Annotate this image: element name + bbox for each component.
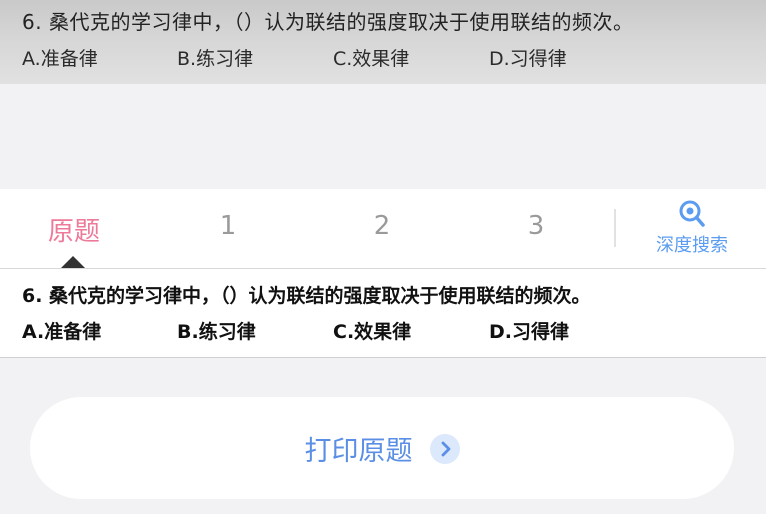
panel-option-d: D.习得律 [489,321,569,343]
photo-option-b: B.练习律 [177,48,254,70]
question-photo: 6. 桑代克的学习律中，（）认为联结的强度取决于使用联结的频次。 A.准备律 B… [0,0,766,84]
photo-question-text: 6. 桑代克的学习律中，（）认为联结的强度取决于使用联结的频次。 [22,10,634,34]
tab-result-1[interactable]: 1 [208,211,248,251]
tab-divider [614,209,616,247]
panel-option-c: C.效果律 [333,321,412,343]
panel-question-text: 6. 桑代克的学习律中，（）认为联结的强度取决于使用联结的频次。 [22,285,591,307]
photo-option-a: A.准备律 [22,48,98,70]
spacer [0,84,766,189]
photo-option-d: D.习得律 [489,48,567,70]
tab-result-2[interactable]: 2 [362,211,402,251]
result-tab-bar: 原题 1 2 3 深度搜索 [0,189,766,268]
panel-option-b: B.练习律 [177,321,256,343]
print-original-button[interactable]: 打印原题 [30,397,734,499]
chevron-right-icon [429,433,460,464]
photo-option-c: C.效果律 [333,48,410,70]
app-root: 6. 桑代克的学习律中，（）认为联结的强度取决于使用联结的频次。 A.准备律 B… [0,0,766,514]
panel-options: A.准备律 B.练习律 C.效果律 D.习得律 [22,317,762,347]
tab-result-3[interactable]: 3 [516,211,556,251]
panel-option-a: A.准备律 [22,321,102,343]
photo-options: A.准备律 B.练习律 C.效果律 D.习得律 [22,44,762,74]
question-panel: 6. 桑代克的学习律中，（）认为联结的强度取决于使用联结的频次。 A.准备律 B… [0,268,766,358]
deep-search-label: 深度搜索 [656,235,728,256]
search-icon [640,199,744,229]
deep-search-button[interactable]: 深度搜索 [640,199,744,259]
tab-original[interactable]: 原题 [30,211,118,251]
print-original-label: 打印原题 [304,436,413,467]
